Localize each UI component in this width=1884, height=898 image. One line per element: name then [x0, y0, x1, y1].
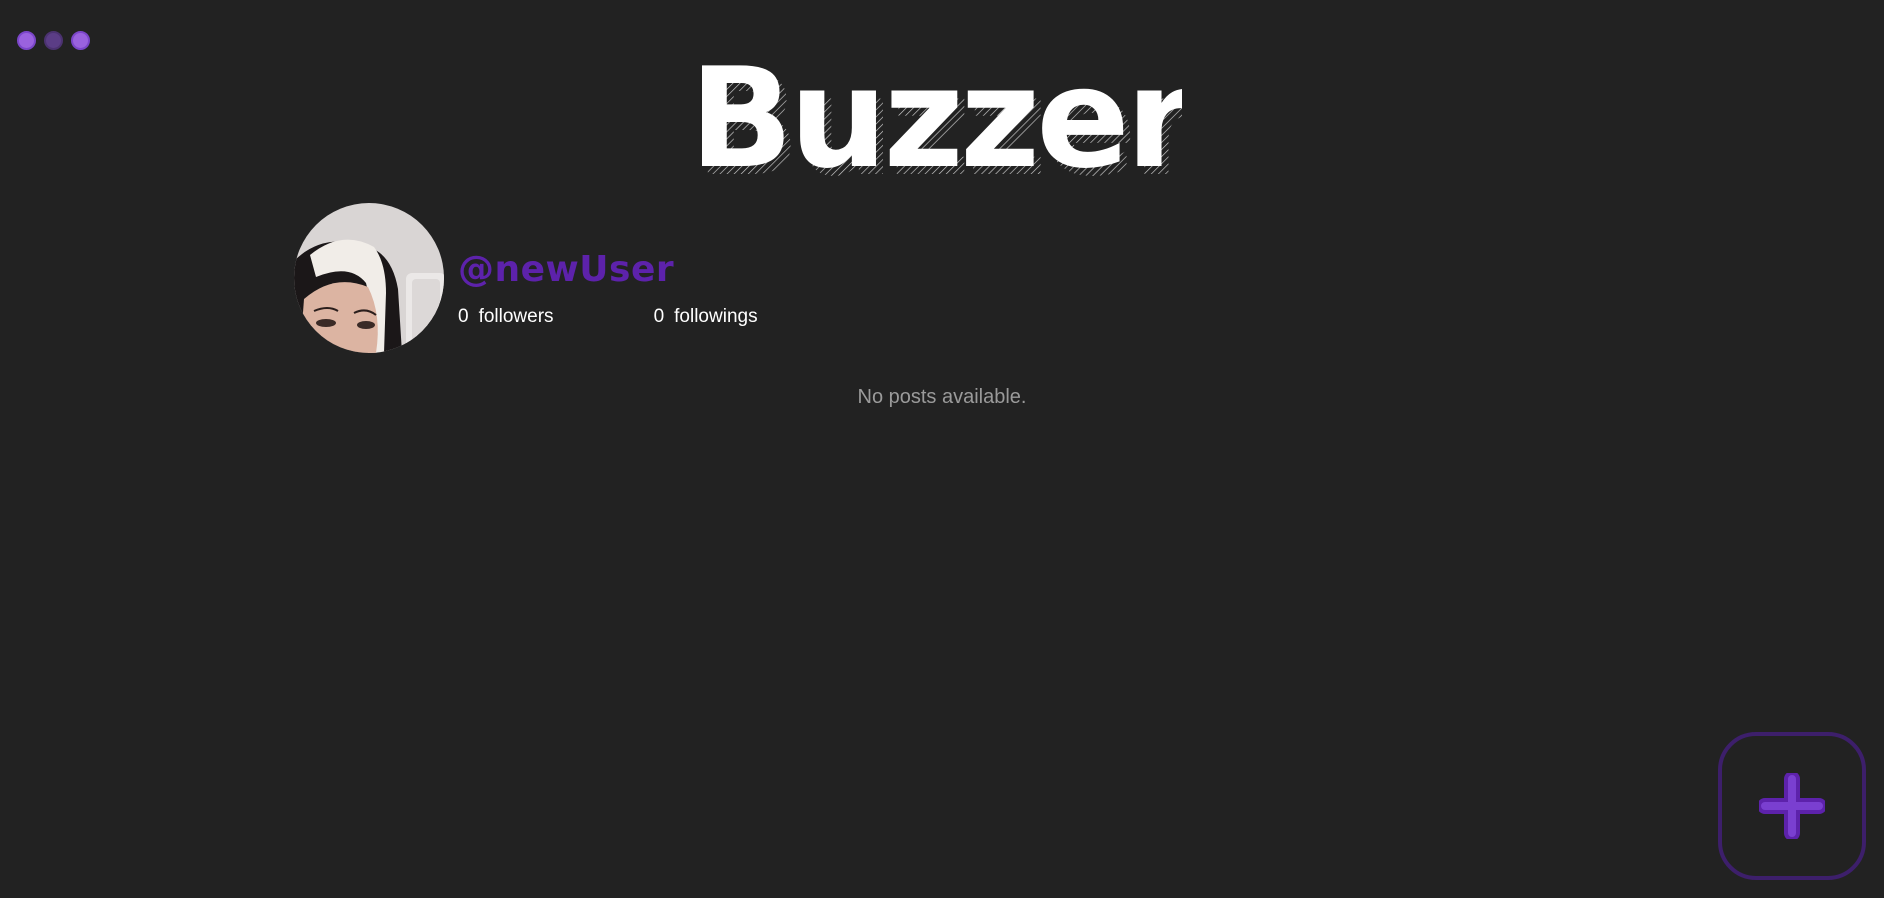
- followers-stat[interactable]: 0 followers: [458, 306, 554, 328]
- followers-count: 0: [458, 306, 469, 327]
- followings-count: 0: [653, 306, 665, 327]
- followings-stat[interactable]: 0 followings: [654, 306, 758, 328]
- profile-page: Buzzer Buzzer @newUser 0 followers 0 fol…: [0, 0, 1884, 898]
- window-controls: [17, 31, 90, 50]
- posts-empty-message: No posts available.: [857, 386, 1027, 408]
- app-logo: Buzzer Buzzer: [0, 50, 1884, 190]
- window-control-dot[interactable]: [17, 31, 36, 50]
- followings-label: followings: [674, 306, 758, 327]
- profile-header: @newUser 0 followers 0 followings: [294, 203, 758, 353]
- followers-label: followers: [478, 306, 554, 327]
- profile-stats: 0 followers 0 followings: [458, 306, 758, 328]
- buzzer-logo-graphic: Buzzer Buzzer: [702, 50, 1182, 190]
- avatar-image: [294, 203, 444, 353]
- logo-text: Buzzer: [702, 50, 1182, 190]
- avatar[interactable]: [294, 203, 444, 353]
- window-control-dot[interactable]: [71, 31, 90, 50]
- plus-icon: [1759, 773, 1825, 839]
- add-post-button[interactable]: [1718, 732, 1866, 880]
- profile-info: @newUser 0 followers 0 followings: [458, 248, 758, 328]
- username: @newUser: [458, 249, 675, 290]
- window-control-dot[interactable]: [44, 31, 63, 50]
